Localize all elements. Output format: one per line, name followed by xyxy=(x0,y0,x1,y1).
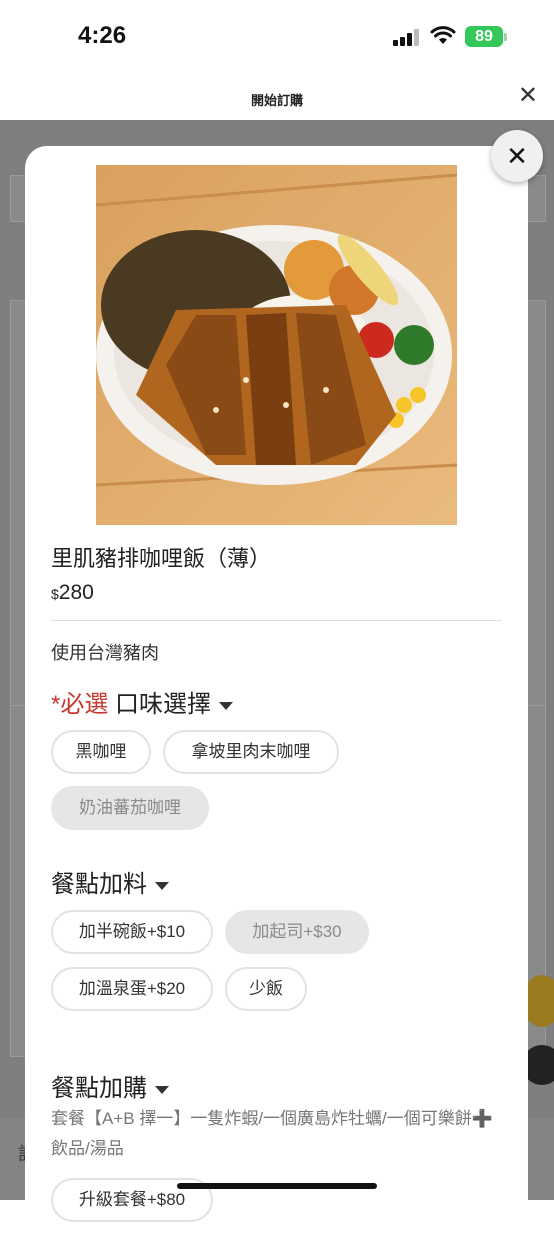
modal-close-button[interactable]: ✕ xyxy=(491,130,543,182)
toppings-title: 餐點加料 xyxy=(51,871,147,898)
cellular-signal-icon xyxy=(393,28,423,46)
status-time: 4:26 xyxy=(78,22,127,49)
flavor-option[interactable]: 黑咖哩 xyxy=(51,730,151,774)
topping-option[interactable]: 少飯 xyxy=(225,967,307,1011)
toppings-section-title[interactable]: 餐點加料 xyxy=(51,864,169,899)
item-modal: 里肌豬排咖哩飯（薄） $280 使用台灣豬肉 *必選 口味選擇 黑咖哩 拿坡里肉… xyxy=(25,146,528,1246)
battery-indicator: 89 xyxy=(465,26,503,47)
item-price: $280 xyxy=(51,581,94,605)
price-currency: $ xyxy=(51,586,59,602)
addons-section-title[interactable]: 餐點加購 xyxy=(51,1068,169,1103)
item-name: 里肌豬排咖哩飯（薄） xyxy=(51,546,272,571)
caret-down-icon xyxy=(155,1085,169,1094)
flavor-section-title[interactable]: *必選 口味選擇 xyxy=(51,684,234,719)
caret-down-icon xyxy=(155,881,169,890)
divider xyxy=(51,620,502,621)
status-bar: 4:26 89 xyxy=(0,0,554,76)
price-value: 280 xyxy=(58,581,94,604)
caret-down-icon xyxy=(219,701,234,710)
item-description: 使用台灣豬肉 xyxy=(51,643,159,663)
flavor-option-disabled: 奶油蕃茄咖哩 xyxy=(51,786,209,830)
food-image xyxy=(96,165,457,525)
topping-option-disabled: 加起司+$30 xyxy=(225,910,369,954)
topping-option[interactable]: 加半碗飯+$10 xyxy=(51,910,213,954)
header-title: 開始訂購 xyxy=(250,93,303,108)
battery-tip xyxy=(504,33,507,41)
topping-option[interactable]: 加溫泉蛋+$20 xyxy=(51,967,213,1011)
flavor-title: 口味選擇 xyxy=(115,691,212,718)
addons-title: 餐點加購 xyxy=(51,1075,147,1102)
wifi-icon xyxy=(430,26,456,44)
required-label: *必選 xyxy=(51,691,109,718)
close-icon[interactable]: ✕ xyxy=(518,84,538,108)
home-indicator xyxy=(177,1183,377,1189)
addons-description: 套餐【A+B 擇一】一隻炸蝦/一個廣島炸牡蠣/一個可樂餅➕ 飲品/湯品 xyxy=(51,1109,493,1158)
flavor-option[interactable]: 拿坡里肉末咖哩 xyxy=(163,730,339,774)
web-header: 開始訂購 ✕ xyxy=(0,76,554,120)
